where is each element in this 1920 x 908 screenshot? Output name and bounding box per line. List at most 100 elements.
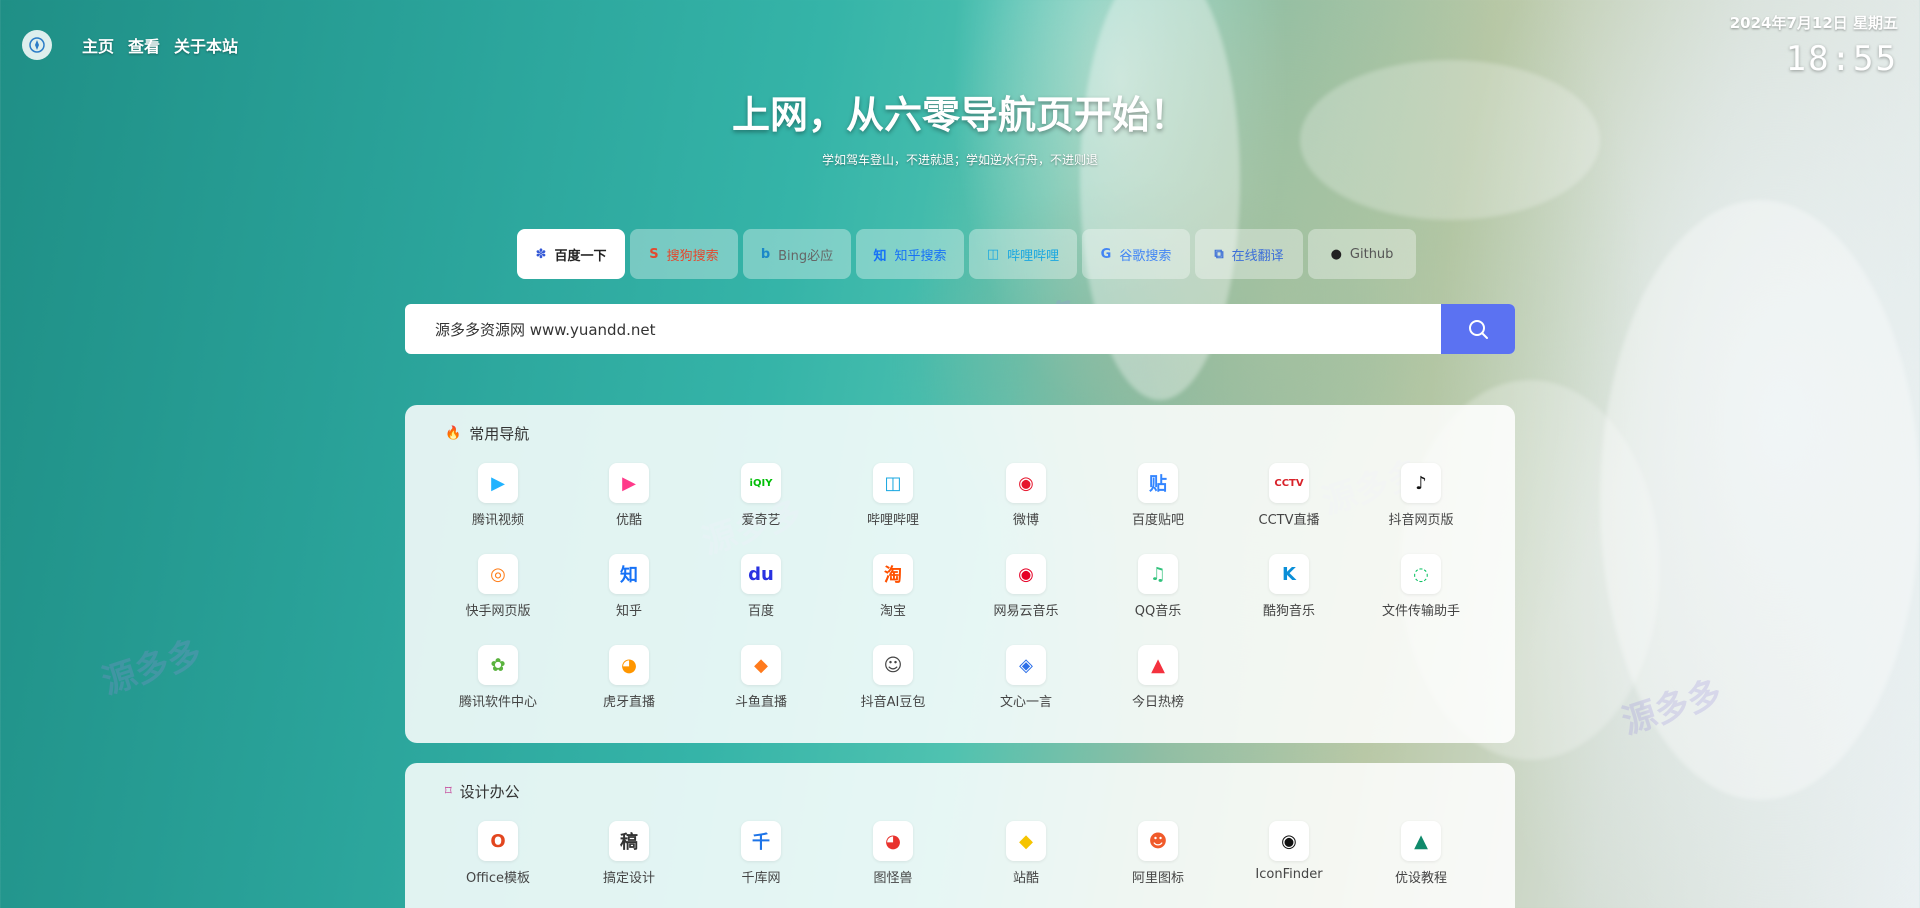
site-link[interactable]: ▶ 优酷: [563, 463, 695, 528]
site-link[interactable]: ◎ 快手网页版: [432, 554, 564, 619]
site-link[interactable]: 千千库网: [695, 821, 827, 886]
site-link[interactable]: 贴百度贴吧: [1092, 463, 1224, 528]
site-link[interactable]: ▶ 腾讯视频: [432, 463, 564, 528]
site-link[interactable]: ◌ 文件传输助手: [1355, 554, 1487, 619]
baidu-paw-icon: ✽: [535, 246, 547, 262]
engine-tab-label: Bing必应: [778, 248, 834, 264]
site-link[interactable]: ◉ IconFinder: [1223, 821, 1355, 882]
main-nav: 主页 查看 关于本站: [82, 33, 252, 57]
github-icon: ●: [1330, 246, 1342, 262]
clock-date: 2024年7月12日 星期五: [1729, 14, 1898, 32]
bilibili-icon: ◫: [986, 246, 1000, 262]
site-link[interactable]: K 酷狗音乐: [1223, 554, 1355, 619]
site-label: 腾讯软件中心: [458, 695, 537, 710]
site-label: 搞定设计: [602, 871, 655, 886]
site-icon: ▲: [1138, 645, 1178, 685]
site-label: 文心一言: [999, 695, 1052, 710]
translate-icon: ⧉: [1214, 246, 1224, 262]
nav-view-link[interactable]: 查看: [128, 33, 160, 57]
site-label: 哔哩哔哩: [866, 513, 919, 528]
search-engine-tabs: ✽ 百度一下 S 搜狗搜索 b Bing必应 知知乎搜索 ◫ 哔哩哔哩 G 谷歌搜索 ⧉ 在线翻译 ● Gi…: [517, 229, 1421, 279]
engine-tab[interactable]: 知知乎搜索: [856, 229, 964, 279]
site-icon: CCTV: [1269, 463, 1309, 503]
engine-tab-label: 搜狗搜索: [666, 248, 719, 264]
site-link[interactable]: ♪ 抖音网页版: [1355, 463, 1487, 528]
search-icon: [1469, 320, 1488, 339]
site-link[interactable]: 稿搞定设计: [563, 821, 695, 886]
site-label: 网易云音乐: [993, 604, 1059, 619]
site-label: 酷狗音乐: [1262, 604, 1315, 619]
section-card-common: 🔥 常用导航 ▶ 腾讯视频 ▶ 优酷 iQIY 爱奇艺 ◫ 哔哩哔哩 ◉ 微博贴百度贴吧 CCTV C…: [405, 405, 1515, 743]
site-link[interactable]: ▲ 今日热榜: [1092, 645, 1224, 710]
site-label: 图怪兽: [873, 871, 913, 886]
site-link[interactable]: ◉ 微博: [960, 463, 1092, 528]
engine-tab[interactable]: ⧉ 在线翻译: [1195, 229, 1303, 279]
site-link[interactable]: O Office模板: [432, 821, 564, 886]
site-icon: ☻: [1138, 821, 1178, 861]
engine-tab[interactable]: S 搜狗搜索: [630, 229, 738, 279]
site-link[interactable]: 淘淘宝: [827, 554, 959, 619]
engine-tab[interactable]: b Bing必应: [743, 229, 851, 279]
compass-logo-icon[interactable]: [22, 30, 52, 60]
site-link[interactable]: ☻ 阿里图标: [1092, 821, 1224, 886]
sogou-icon: S: [649, 246, 659, 262]
site-link[interactable]: ◕ 虎牙直播: [563, 645, 695, 710]
site-link[interactable]: iQIY 爱奇艺: [695, 463, 827, 528]
section-title: ⌑ 设计办公: [445, 781, 520, 802]
site-label: 淘宝: [879, 604, 906, 619]
flame-icon: 🔥: [445, 426, 462, 441]
site-link[interactable]: du 百度: [695, 554, 827, 619]
search-bar: 源多多资源网 www.yuandd.net: [405, 304, 1515, 354]
site-link[interactable]: ◈ 文心一言: [960, 645, 1092, 710]
site-icon: K: [1269, 554, 1309, 594]
site-icon: ◕: [873, 821, 913, 861]
site-label: IconFinder: [1255, 867, 1323, 882]
site-link[interactable]: CCTV CCTV直播: [1223, 463, 1355, 528]
engine-tab[interactable]: ✽ 百度一下: [517, 229, 625, 279]
search-button[interactable]: [1441, 304, 1515, 354]
hero: 上网，从六零导航页开始！ 学如驾车登山，不进就退；学如逆水行舟，不进则退: [0, 84, 1920, 168]
site-icon: ✿: [478, 645, 518, 685]
site-link[interactable]: ♫ QQ音乐: [1092, 554, 1224, 619]
site-icon: ◈: [1006, 645, 1046, 685]
site-label: 知乎: [615, 604, 642, 619]
page-subtitle: 学如驾车登山，不进就退；学如逆水行舟，不进则退: [821, 153, 1098, 167]
engine-tab-label: 在线翻译: [1231, 248, 1284, 264]
site-icon: ♫: [1138, 554, 1178, 594]
site-icon: ▶: [478, 463, 518, 503]
site-link[interactable]: ✿ 腾讯软件中心: [432, 645, 564, 710]
section-title: 🔥 常用导航: [445, 423, 529, 444]
site-icon: ☺: [873, 645, 913, 685]
search-input[interactable]: 源多多资源网 www.yuandd.net: [405, 304, 1441, 354]
site-icon: 贴: [1138, 463, 1178, 503]
site-link[interactable]: ◆ 站酷: [960, 821, 1092, 886]
zhihu-icon: 知: [873, 248, 887, 264]
nav-home-link[interactable]: 主页: [82, 33, 114, 57]
site-link[interactable]: ◉ 网易云音乐: [960, 554, 1092, 619]
site-label: 优设教程: [1394, 871, 1447, 886]
page-title: 上网，从六零导航页开始！: [731, 93, 1188, 137]
site-label: 爱奇艺: [741, 513, 781, 528]
site-link[interactable]: ◫ 哔哩哔哩: [827, 463, 959, 528]
site-link[interactable]: ◆ 斗鱼直播: [695, 645, 827, 710]
engine-tab[interactable]: ● Github: [1308, 229, 1416, 279]
engine-tab-label: 哔哩哔哩: [1007, 248, 1060, 264]
site-link[interactable]: 知知乎: [563, 554, 695, 619]
site-label: 腾讯视频: [471, 513, 524, 528]
site-link[interactable]: ▲ 优设教程: [1355, 821, 1487, 886]
crop-icon: ⌑: [445, 784, 452, 799]
site-icon: ▲: [1401, 821, 1441, 861]
site-link[interactable]: ◕ 图怪兽: [827, 821, 959, 886]
site-label: CCTV直播: [1258, 513, 1320, 528]
site-icon: 知: [609, 554, 649, 594]
engine-tab[interactable]: ◫ 哔哩哔哩: [969, 229, 1077, 279]
site-link[interactable]: ☺ 抖音AI豆包: [827, 645, 959, 710]
section-title-text: 常用导航: [469, 425, 530, 443]
engine-tab[interactable]: G 谷歌搜索: [1082, 229, 1190, 279]
engine-tab-label: 知乎搜索: [894, 248, 947, 264]
nav-about-link[interactable]: 关于本站: [174, 33, 238, 57]
section-title-text: 设计办公: [459, 783, 520, 801]
section-card-design: ⌑ 设计办公 O Office模板稿搞定设计千千库网 ◕ 图怪兽 ◆ 站酷 ☻ 阿里图标 ◉ Ic…: [405, 763, 1515, 908]
site-label: 千库网: [741, 871, 781, 886]
site-icon: ♪: [1401, 463, 1441, 503]
